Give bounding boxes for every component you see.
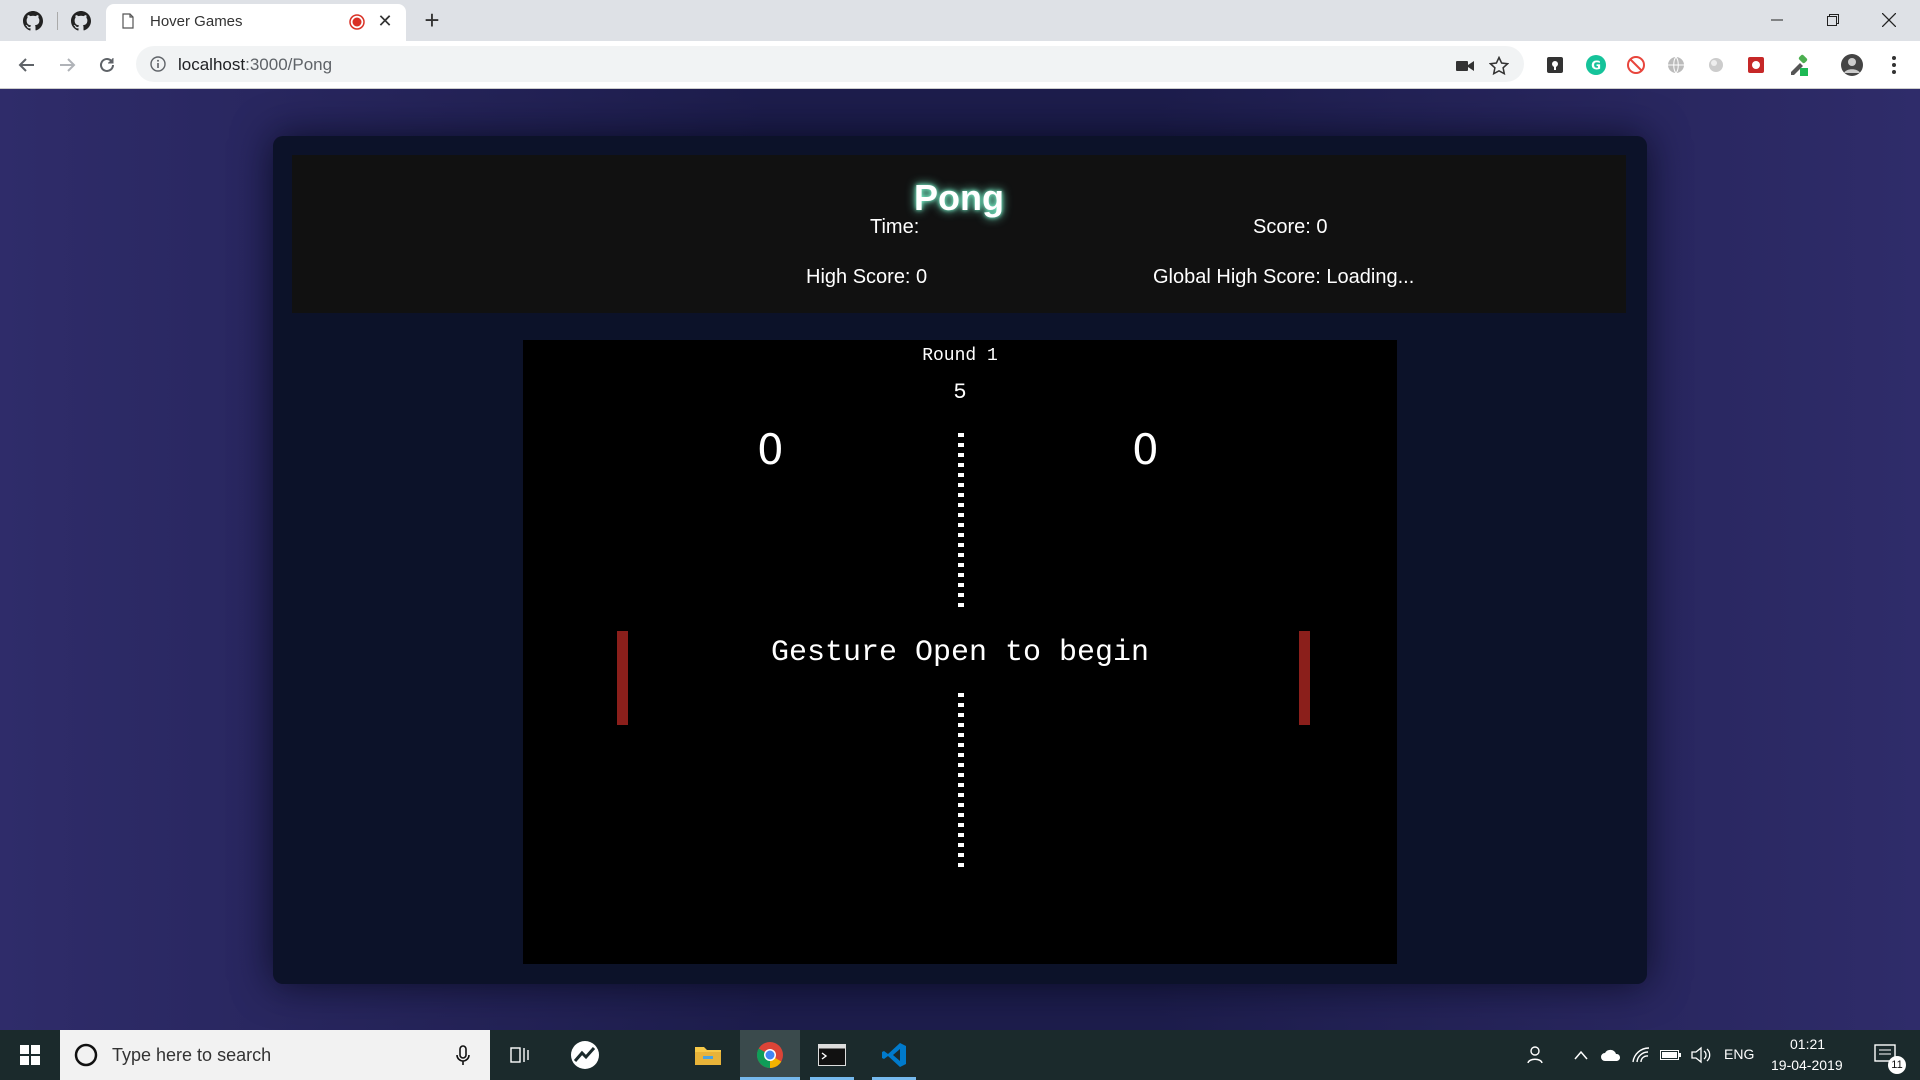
game-header: Pong Time: Score: 0 High Score: 0 Global… xyxy=(292,155,1626,313)
taskbar-chrome[interactable] xyxy=(740,1030,800,1080)
controller-app-icon xyxy=(571,1041,599,1069)
action-center-button[interactable]: 11 xyxy=(1862,1030,1912,1080)
arrow-left-icon xyxy=(18,58,34,72)
minimize-button[interactable] xyxy=(1749,0,1805,40)
onedrive-icon[interactable] xyxy=(1598,1030,1624,1080)
countdown-timer: 5 xyxy=(953,380,967,405)
start-button[interactable] xyxy=(0,1030,60,1080)
game-card: Pong Time: Score: 0 High Score: 0 Global… xyxy=(273,136,1647,984)
pinned-separator xyxy=(57,12,58,30)
eyedropper-extension-icon[interactable] xyxy=(1786,53,1810,77)
new-tab-button[interactable]: + xyxy=(418,6,446,34)
taskbar-file-explorer[interactable] xyxy=(683,1030,733,1080)
circle-extension-icon[interactable] xyxy=(1704,53,1728,77)
battery-icon[interactable] xyxy=(1657,1030,1685,1080)
page-background: Pong Time: Score: 0 High Score: 0 Global… xyxy=(0,89,1920,1030)
minimize-icon xyxy=(1771,19,1783,21)
cortana-icon xyxy=(74,1043,98,1067)
high-score-label: High Score: 0 xyxy=(806,266,928,288)
chevron-up-icon[interactable] xyxy=(1568,1030,1594,1080)
global-high-score-label: Global High Score: Loading... xyxy=(1153,266,1415,288)
recording-icon xyxy=(349,14,365,30)
restore-button[interactable] xyxy=(1805,0,1861,40)
window-close-button[interactable] xyxy=(1861,0,1917,40)
wifi-icon[interactable] xyxy=(1628,1030,1654,1080)
globe-extension-icon[interactable] xyxy=(1664,53,1688,77)
reload-button[interactable] xyxy=(92,50,122,80)
pinned-tab-github[interactable] xyxy=(18,8,48,34)
search-placeholder: Type here to search xyxy=(112,1044,272,1065)
clock-time[interactable]: 01:21 xyxy=(1790,1036,1825,1052)
volume-icon[interactable] xyxy=(1687,1030,1715,1080)
svg-text:G: G xyxy=(1591,59,1601,73)
address-bar[interactable]: localhost:3000/Pong xyxy=(136,46,1524,82)
url-path: :3000/Pong xyxy=(245,55,333,74)
lastpass-extension-icon[interactable] xyxy=(1543,53,1567,77)
tab-hover-games[interactable]: Hover Games ✕ xyxy=(106,4,406,41)
restore-icon xyxy=(1827,14,1839,26)
browser-tab-bar: Hover Games ✕ + xyxy=(0,0,1920,41)
taskbar-vscode[interactable] xyxy=(866,1030,922,1080)
page-title: Pong xyxy=(914,177,1004,218)
github-icon xyxy=(71,11,91,31)
red-extension-icon[interactable] xyxy=(1744,53,1768,77)
pinned-tab-github-2[interactable] xyxy=(66,8,96,34)
notification-count-badge: 11 xyxy=(1888,1056,1906,1074)
language-indicator[interactable]: ENG xyxy=(1724,1046,1754,1062)
microphone-icon[interactable] xyxy=(456,1045,470,1067)
chrome-icon xyxy=(756,1042,783,1069)
task-view-icon xyxy=(510,1047,529,1063)
pong-game-canvas[interactable]: Round 1 5 0 0 Gesture Open to begin xyxy=(523,340,1397,964)
people-icon[interactable] xyxy=(1520,1030,1554,1080)
center-net-bottom xyxy=(957,693,965,873)
profile-avatar[interactable] xyxy=(1840,53,1864,77)
vscode-icon xyxy=(882,1043,906,1067)
windows-taskbar: Type here to search ENG 01:21 19-04-2019… xyxy=(0,1030,1920,1080)
camera-icon[interactable] xyxy=(1454,55,1476,77)
folder-icon xyxy=(695,1047,721,1065)
taskbar-app-game[interactable] xyxy=(560,1030,610,1080)
grammarly-extension-icon[interactable]: G xyxy=(1584,53,1608,77)
windows-logo-icon xyxy=(20,1045,40,1065)
left-player-score: 0 xyxy=(757,425,784,474)
menu-dots-icon[interactable] xyxy=(1882,53,1906,77)
terminal-icon xyxy=(818,1044,846,1066)
arrow-right-icon xyxy=(60,58,76,72)
info-icon[interactable] xyxy=(150,56,166,72)
browser-toolbar: localhost:3000/Pong G xyxy=(0,41,1920,89)
url-host: localhost xyxy=(178,55,246,74)
forward-button[interactable] xyxy=(52,50,82,80)
round-label: Round 1 xyxy=(922,346,998,366)
score-label: Score: 0 xyxy=(1253,216,1328,238)
bookmark-star-icon[interactable] xyxy=(1488,55,1510,77)
taskbar-terminal[interactable] xyxy=(804,1030,860,1080)
taskbar-search-box[interactable]: Type here to search xyxy=(60,1030,490,1080)
blocker-extension-icon[interactable] xyxy=(1624,53,1648,77)
right-player-score: 0 xyxy=(1132,425,1159,474)
back-button[interactable] xyxy=(12,50,42,80)
start-message: Gesture Open to begin xyxy=(770,636,1150,670)
center-net-top xyxy=(957,433,965,613)
avatar-icon xyxy=(1841,54,1863,76)
tab-title: Hover Games xyxy=(150,13,243,30)
close-icon xyxy=(1882,13,1896,27)
clock-date[interactable]: 19-04-2019 xyxy=(1771,1057,1843,1073)
github-icon xyxy=(23,11,43,31)
page-icon xyxy=(122,13,134,29)
reload-icon xyxy=(100,57,114,72)
tab-close-icon[interactable]: ✕ xyxy=(374,10,396,32)
url-text[interactable]: localhost:3000/Pong xyxy=(178,55,332,75)
task-view-button[interactable] xyxy=(500,1030,540,1080)
time-label: Time: xyxy=(870,216,920,238)
